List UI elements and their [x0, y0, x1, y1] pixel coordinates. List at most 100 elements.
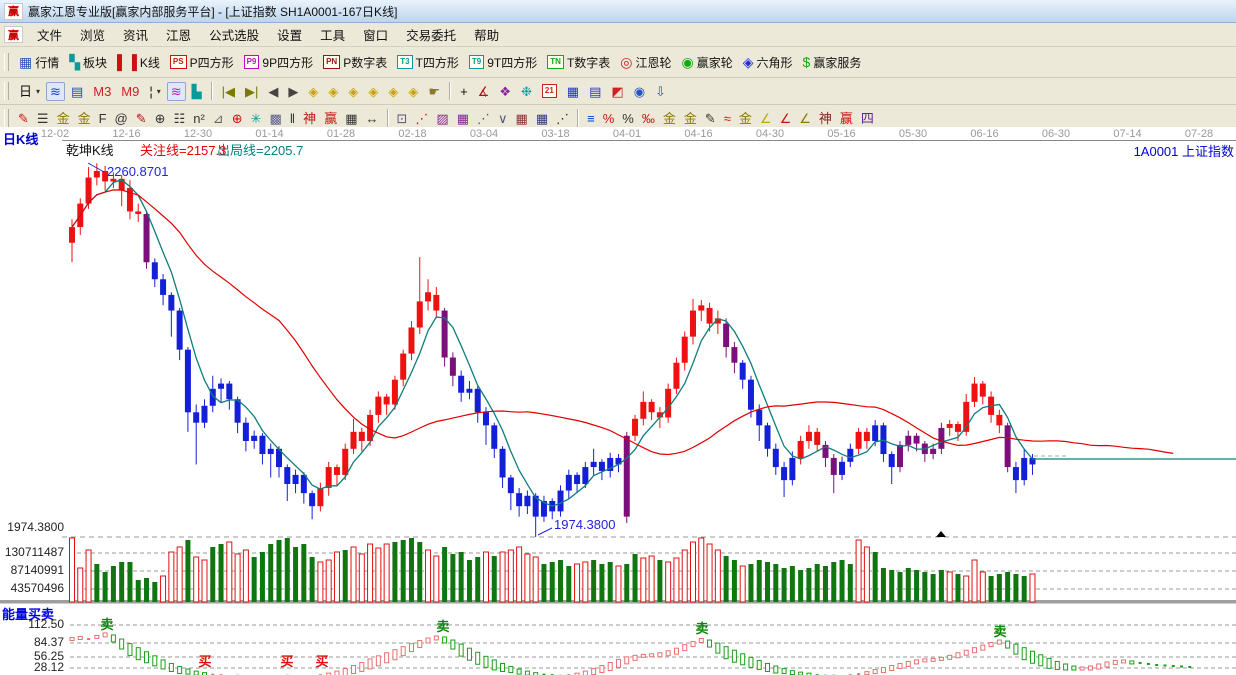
- crosshair-tool-button[interactable]: +: [456, 82, 472, 101]
- toolbar-grip[interactable]: [4, 109, 9, 127]
- winner-wheel-button[interactable]: ◉赢家轮: [678, 51, 737, 74]
- fib-f-button[interactable]: F: [96, 110, 110, 127]
- trend-toggle[interactable]: ≋: [167, 82, 186, 101]
- j-angle-button[interactable]: ∠: [757, 110, 775, 127]
- shen-angle-button[interactable]: 神: [816, 110, 835, 127]
- expand-v-diamond-button[interactable]: ◈: [404, 82, 422, 101]
- calendar-button[interactable]: 21: [538, 81, 561, 100]
- period-day-button[interactable]: 日▾: [15, 82, 44, 101]
- t-number-table-button[interactable]: TNT数字表: [543, 51, 614, 74]
- dense-grid-a-button[interactable]: ▦: [513, 110, 531, 127]
- menu-settings[interactable]: 设置: [268, 23, 311, 46]
- si-angle-button[interactable]: 四: [858, 110, 877, 127]
- menu-window[interactable]: 窗口: [354, 23, 397, 46]
- gann-teal-tool-button[interactable]: ❉: [517, 82, 536, 101]
- star-web-button[interactable]: ✳: [248, 110, 265, 127]
- percent-button[interactable]: %: [619, 110, 637, 127]
- gann-gold-grid-a-button[interactable]: 金: [54, 110, 73, 127]
- shen-tool-button[interactable]: 神: [300, 110, 319, 127]
- web-grid-button[interactable]: ▩: [267, 110, 285, 127]
- menu-help[interactable]: 帮助: [465, 23, 508, 46]
- width-arrow-button[interactable]: ↔: [363, 110, 382, 127]
- gann-purple-tool-button[interactable]: ❖: [495, 82, 515, 101]
- hexagon-button[interactable]: ◈六角形: [739, 51, 797, 74]
- wave9-button[interactable]: M9: [117, 82, 143, 101]
- bar-pair-button[interactable]: ‖: [287, 110, 298, 127]
- slant-lines-button[interactable]: ⋰: [553, 110, 572, 127]
- window-titlebar[interactable]: 赢 赢家江恩专业版[赢家内部服务平台] - [上证指数 SH1A0001-167…: [0, 0, 1236, 23]
- kline-button[interactable]: ▌▐K线: [113, 51, 164, 74]
- candle-style-button[interactable]: ¦▾: [145, 82, 164, 101]
- p-square-button[interactable]: PSP四方形: [166, 51, 238, 74]
- winner-service-button[interactable]: $赢家服务: [799, 51, 866, 74]
- qiankun-kline-toggle[interactable]: ≋: [46, 82, 65, 101]
- gold-circle-button[interactable]: 金: [660, 110, 679, 127]
- f-angle-button[interactable]: ∠: [777, 110, 795, 127]
- toolbar-grip[interactable]: [4, 82, 9, 100]
- n-square-button[interactable]: n²: [190, 110, 208, 127]
- export-button[interactable]: ⇩: [651, 82, 670, 101]
- gold-slope-button[interactable]: ∠: [796, 110, 814, 127]
- spiral-button[interactable]: @: [112, 110, 131, 127]
- menu-file[interactable]: 文件: [28, 23, 71, 46]
- target-button[interactable]: ⊕: [229, 110, 246, 127]
- calculator-button[interactable]: ▦: [563, 82, 583, 101]
- chart-canvas[interactable]: 12-0212-1612-3001-1401-2802-1803-0403-18…: [0, 127, 1236, 675]
- menu-gann[interactable]: 江恩: [157, 23, 200, 46]
- box-corner-button[interactable]: ⊡: [394, 110, 411, 127]
- compress-v-diamond-button[interactable]: ◈: [384, 82, 402, 101]
- menu-tools[interactable]: 工具: [311, 23, 354, 46]
- gold-line-button[interactable]: 金: [681, 110, 700, 127]
- nine-p-square-button[interactable]: P99P四方形: [240, 51, 317, 74]
- zigzag-button[interactable]: ∨: [495, 110, 511, 127]
- percent-red-button[interactable]: %: [600, 110, 618, 127]
- ying-angle-button[interactable]: 赢: [837, 110, 856, 127]
- sector-button[interactable]: ▚板块: [65, 51, 111, 74]
- step-back-button[interactable]: ◀: [264, 82, 282, 101]
- brush-red-button[interactable]: ✎: [133, 110, 150, 127]
- info-panel-button[interactable]: ▤: [67, 82, 87, 101]
- cycle-circle-button[interactable]: ⊕: [152, 110, 169, 127]
- nine-t-square-button[interactable]: T99T四方形: [465, 51, 541, 74]
- hand-tool-button[interactable]: ☛: [424, 82, 444, 101]
- ying-tool-button[interactable]: 赢: [321, 110, 340, 127]
- gann-gold-grid-b-button[interactable]: 金: [75, 110, 94, 127]
- skip-first-button[interactable]: |◀: [218, 82, 239, 101]
- wave3-button[interactable]: M3: [89, 82, 115, 101]
- fan-red-button[interactable]: ⋰: [412, 110, 431, 127]
- save-button[interactable]: ◩: [607, 82, 627, 101]
- fan-box-purple-button[interactable]: ▨: [433, 110, 451, 127]
- measure-tool-button[interactable]: ∡: [474, 82, 494, 101]
- toolbar-grip[interactable]: [4, 53, 9, 71]
- t-square-button[interactable]: T3T四方形: [393, 51, 463, 74]
- angle-flag-button[interactable]: ⊿: [210, 110, 227, 127]
- draw-pencil-button[interactable]: ✎: [15, 110, 32, 127]
- grid-box-purple-button[interactable]: ▦: [454, 110, 472, 127]
- grid-lines-button[interactable]: ☰: [34, 110, 52, 127]
- ruler-lines-button[interactable]: ☷: [171, 110, 189, 127]
- notes-button[interactable]: ▤: [585, 82, 605, 101]
- p-number-table-button[interactable]: PNP数字表: [319, 51, 391, 74]
- dense-grid-b-button[interactable]: ▦: [533, 110, 551, 127]
- pan-left-diamond-button[interactable]: ◈: [304, 82, 322, 101]
- step-forward-button[interactable]: ▶: [284, 82, 302, 101]
- fan-lines-button[interactable]: ⋰: [474, 110, 493, 127]
- gann-wheel-button[interactable]: ◎江恩轮: [616, 51, 675, 74]
- expand-h-diamond-button[interactable]: ◈: [364, 82, 382, 101]
- wave-red-button[interactable]: ≈: [721, 110, 734, 127]
- quote-button[interactable]: ▦行情: [15, 51, 63, 74]
- gold-angle-button[interactable]: 金: [736, 110, 755, 127]
- skip-last-button[interactable]: ▶|: [241, 82, 262, 101]
- compress-h-diamond-button[interactable]: ◈: [344, 82, 362, 101]
- menu-browse[interactable]: 浏览: [71, 23, 114, 46]
- brush-black-button[interactable]: ✎: [702, 110, 719, 127]
- menu-formula-stock-pick[interactable]: 公式选股: [200, 23, 268, 46]
- pan-right-diamond-button[interactable]: ◈: [324, 82, 342, 101]
- menu-trade-order[interactable]: 交易委托: [397, 23, 465, 46]
- menu-news[interactable]: 资讯: [114, 23, 157, 46]
- histogram-button[interactable]: ▙: [188, 82, 206, 101]
- scale-chart-button[interactable]: ≡: [584, 110, 598, 127]
- ruler-grid-button[interactable]: ▦: [342, 110, 360, 127]
- percent-line-button[interactable]: ‰: [639, 110, 658, 127]
- save-web-button[interactable]: ◉: [630, 82, 649, 101]
